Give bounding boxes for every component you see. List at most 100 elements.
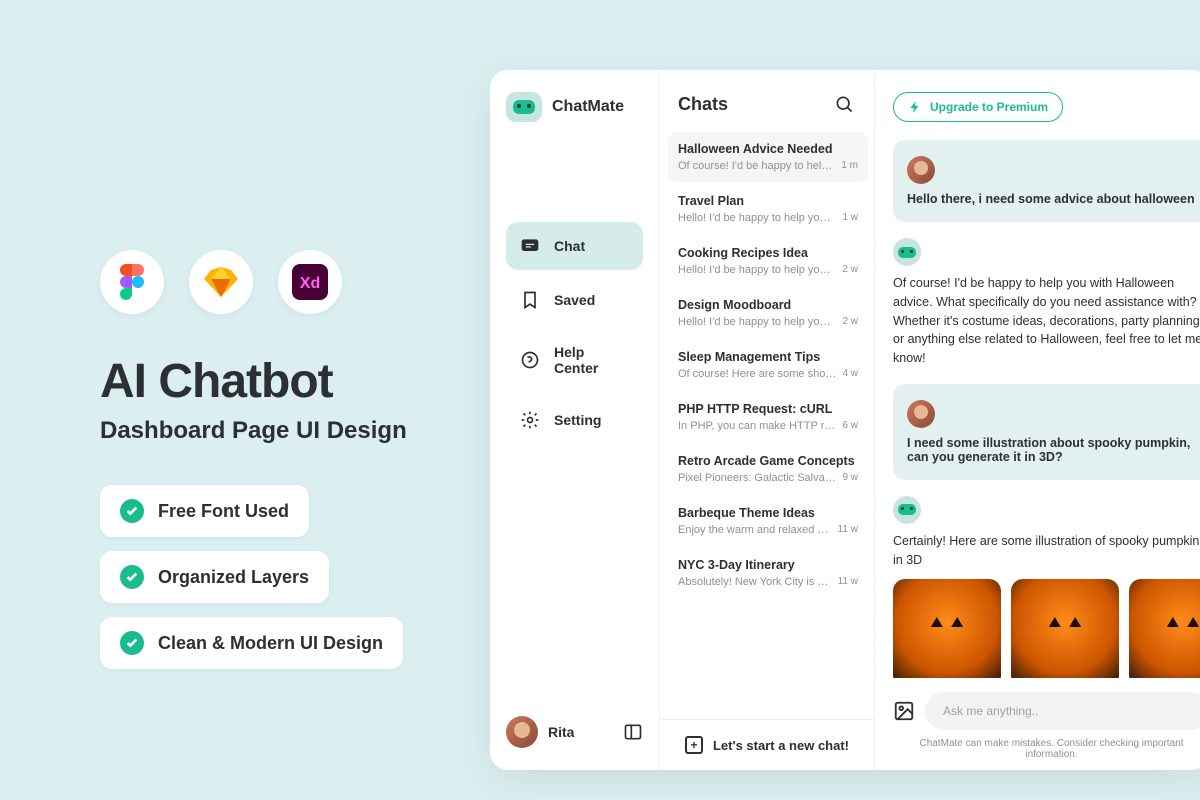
avatar [506, 716, 538, 748]
conversation-area: Upgrade to Premium Hello there, i need s… [875, 70, 1200, 770]
chat-preview: Of course! I'd be happy to help y.. [678, 160, 835, 172]
chat-preview: In PHP, you can make HTTP requ.. [678, 420, 836, 432]
user-name: Rita [548, 724, 613, 740]
avatar [907, 400, 935, 428]
feature-chip: Clean & Modern UI Design [100, 617, 403, 669]
bookmark-icon [520, 290, 540, 310]
bot-avatar-icon [893, 238, 921, 266]
chat-list-item[interactable]: PHP HTTP Request: cURL In PHP, you can ma… [668, 392, 868, 442]
chat-title: Cooking Recipes Idea [678, 246, 858, 260]
messages: Hello there, i need some advice about ha… [893, 140, 1200, 678]
message-text: Hello there, i need some advice about ha… [907, 192, 1196, 206]
generated-images [893, 579, 1200, 678]
nav-label: Chat [554, 238, 585, 254]
panel-toggle-icon[interactable] [623, 722, 643, 742]
avatar [907, 156, 935, 184]
input-row: Ask me anything.. [893, 692, 1200, 730]
chat-preview: Of course! Here are some short.. [678, 368, 836, 380]
message-user: Hello there, i need some advice about ha… [893, 140, 1200, 222]
chat-title: PHP HTTP Request: cURL [678, 402, 858, 416]
chat-time: 1 w [842, 212, 858, 224]
chat-list[interactable]: Halloween Advice Needed Of course! I'd be… [660, 126, 874, 719]
chat-title: Sleep Management Tips [678, 350, 858, 364]
chat-list-item[interactable]: Cooking Recipes Idea Hello! I'd be happy … [668, 236, 868, 286]
message-text: Certainly! Here are some illustration of… [893, 532, 1200, 570]
chat-title: Travel Plan [678, 194, 858, 208]
generated-image[interactable] [1011, 579, 1119, 678]
user-profile[interactable]: Rita [506, 700, 643, 748]
check-icon [120, 631, 144, 655]
logo-icon [506, 92, 542, 122]
search-button[interactable] [832, 92, 856, 116]
plus-icon: + [685, 736, 703, 754]
sidebar-item-setting[interactable]: Setting [506, 396, 643, 444]
nav-label: Setting [554, 412, 601, 428]
brand-logo[interactable]: ChatMate [506, 92, 643, 122]
sidebar-item-chat[interactable]: Chat [506, 222, 643, 270]
gear-icon [520, 410, 540, 430]
chat-preview: Hello! I'd be happy to help you w.. [678, 264, 836, 276]
sidebar-nav: Chat Saved Help Center Setting [506, 222, 643, 700]
chat-title: Barbeque Theme Ideas [678, 506, 858, 520]
chat-preview: Hello! I'd be happy to help you w.. [678, 316, 836, 328]
check-icon [120, 565, 144, 589]
disclaimer-text: ChatMate can make mistakes. Consider che… [893, 738, 1200, 760]
nav-label: Help Center [554, 344, 629, 376]
chat-time: 2 w [842, 264, 858, 276]
image-upload-icon[interactable] [893, 700, 915, 722]
xd-icon: Xd [278, 250, 342, 314]
chat-time: 9 w [842, 472, 858, 484]
chat-list-item[interactable]: Design Moodboard Hello! I'd be happy to h… [668, 288, 868, 338]
message-text: I need some illustration about spooky pu… [907, 436, 1196, 464]
app-window: ChatMate Chat Saved Help Center Setting … [490, 70, 1200, 770]
subheadline: Dashboard Page UI Design [100, 417, 470, 445]
headline: AI Chatbot [100, 354, 470, 409]
chats-column: Chats Halloween Advice Needed Of course! … [660, 70, 875, 770]
chat-time: 11 w [838, 576, 858, 588]
chat-list-item[interactable]: Barbeque Theme IdeasEnjoy the warm and r… [668, 496, 868, 546]
brand-name: ChatMate [552, 98, 624, 116]
sidebar-item-saved[interactable]: Saved [506, 276, 643, 324]
chat-preview: Pixel Pioneers: Galactic Salvage [678, 472, 836, 484]
chat-list-item[interactable]: Sleep Management Tips Of course! Here are… [668, 340, 868, 390]
message-bot: Certainly! Here are some illustration of… [893, 496, 1200, 678]
chat-list-item[interactable]: Travel Plan Hello! I'd be happy to help y… [668, 184, 868, 234]
chat-time: 11 w [838, 524, 858, 536]
chat-preview: Absolutely! New York City is a vi.. [678, 576, 832, 588]
message-input[interactable]: Ask me anything.. [925, 692, 1200, 730]
nav-label: Saved [554, 292, 595, 308]
sketch-icon [189, 250, 253, 314]
feature-text: Organized Layers [158, 567, 309, 588]
chat-title: Halloween Advice Needed [678, 142, 858, 156]
chat-icon [520, 236, 540, 256]
chat-list-item[interactable]: Retro Arcade Game Concepts Pixel Pioneers… [668, 444, 868, 494]
message-user: I need some illustration about spooky pu… [893, 384, 1200, 480]
generated-image[interactable] [1129, 579, 1200, 678]
upgrade-label: Upgrade to Premium [930, 100, 1048, 114]
new-chat-label: Let's start a new chat! [713, 738, 849, 753]
chat-title: Retro Arcade Game Concepts [678, 454, 858, 468]
chat-title: Design Moodboard [678, 298, 858, 312]
sidebar-item-help[interactable]: Help Center [506, 330, 643, 390]
chats-title: Chats [678, 94, 728, 115]
chat-list-item[interactable]: NYC 3-Day ItineraryAbsolutely! New York … [668, 548, 868, 598]
upgrade-button[interactable]: Upgrade to Premium [893, 92, 1063, 122]
generated-image[interactable] [893, 579, 1001, 678]
chat-time: 1 m [841, 160, 858, 172]
bot-avatar-icon [893, 496, 921, 524]
figma-icon [100, 250, 164, 314]
bolt-icon [908, 100, 922, 114]
feature-chip: Organized Layers [100, 551, 329, 603]
tool-icons-row: Xd [100, 250, 470, 314]
sidebar: ChatMate Chat Saved Help Center Setting … [490, 70, 660, 770]
check-icon [120, 499, 144, 523]
message-text: Of course! I'd be happy to help you with… [893, 274, 1200, 368]
svg-text:Xd: Xd [300, 275, 320, 292]
feature-chip: Free Font Used [100, 485, 309, 537]
chat-time: 4 w [842, 368, 858, 380]
chat-list-item[interactable]: Halloween Advice Needed Of course! I'd be… [668, 132, 868, 182]
new-chat-button[interactable]: + Let's start a new chat! [660, 719, 874, 770]
message-bot: Of course! I'd be happy to help you with… [893, 238, 1200, 368]
help-icon [520, 350, 540, 370]
chat-preview: Hello! I'd be happy to help you w.. [678, 212, 836, 224]
